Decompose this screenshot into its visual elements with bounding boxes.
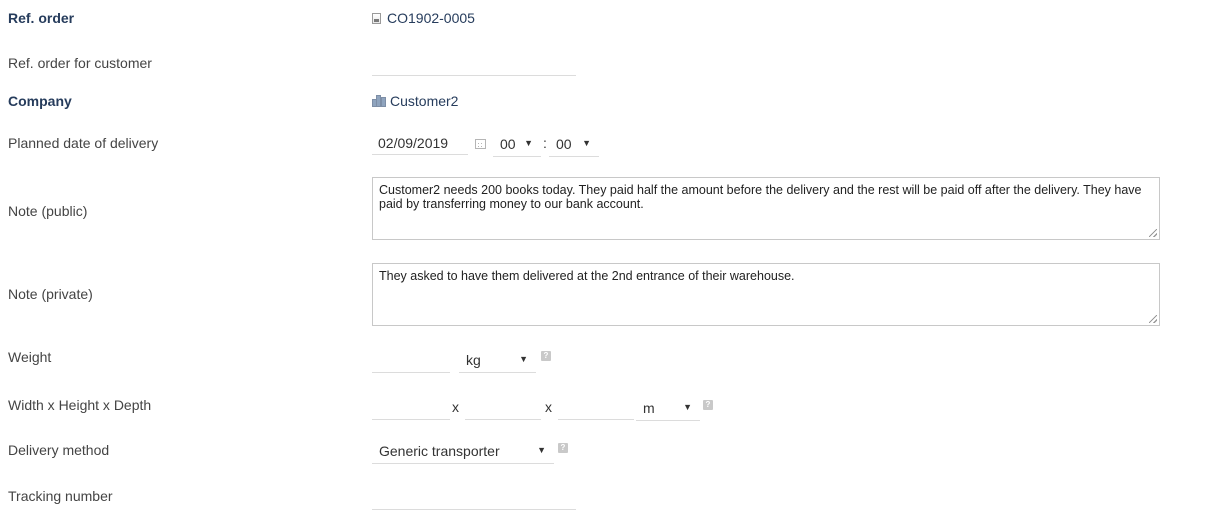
delivery-minute-value: 00 (556, 135, 572, 152)
depth-input[interactable] (558, 396, 634, 420)
width-input[interactable] (372, 396, 450, 420)
chevron-down-icon: ▼ (519, 354, 528, 364)
note-public-label: Note (public) (8, 203, 88, 219)
dimension-separator: x (545, 399, 552, 415)
tracking-number-input[interactable] (372, 486, 576, 510)
ref-order-customer-label: Ref. order for customer (8, 55, 152, 71)
delivery-hour-value: 00 (500, 135, 516, 152)
note-public-text: Customer2 needs 200 books today. They pa… (379, 183, 1142, 211)
calendar-icon[interactable] (475, 139, 486, 149)
delivery-method-select[interactable]: Generic transporter ▼ (372, 438, 554, 464)
delivery-hour-select[interactable]: 00 ▼ (493, 131, 541, 157)
ref-order-text: CO1902-0005 (387, 10, 475, 26)
chevron-down-icon: ▼ (582, 138, 591, 148)
help-icon[interactable]: ? (703, 400, 713, 410)
company-value[interactable]: Customer2 (372, 93, 458, 109)
time-separator: : (543, 135, 547, 151)
height-input[interactable] (465, 396, 541, 420)
ref-order-label: Ref. order (8, 10, 75, 26)
company-icon (372, 95, 386, 107)
note-private-row: Note (private) They asked to have them d… (0, 262, 1225, 326)
chevron-down-icon: ▼ (683, 402, 692, 412)
note-private-text: They asked to have them delivered at the… (379, 269, 795, 283)
weight-row: Weight kg ▼ ? (0, 343, 1225, 373)
dimensions-row: Width x Height x Depth x x m ▼ ? (0, 391, 1225, 421)
document-icon (372, 12, 381, 24)
resize-grip-icon[interactable] (1149, 315, 1157, 323)
help-icon[interactable]: ? (558, 443, 568, 453)
ref-order-value[interactable]: CO1902-0005 (372, 10, 475, 26)
company-row: Company Customer2 (0, 93, 1225, 113)
weight-unit-select[interactable]: kg ▼ (459, 347, 536, 373)
company-text: Customer2 (390, 93, 459, 109)
ref-order-customer-input[interactable] (372, 52, 576, 76)
dimension-unit-select[interactable]: m ▼ (636, 395, 700, 421)
note-private-label: Note (private) (8, 286, 93, 302)
planned-delivery-label: Planned date of delivery (8, 135, 159, 151)
dimensions-label: Width x Height x Depth (8, 397, 152, 413)
delivery-date-input[interactable] (372, 131, 468, 155)
resize-grip-icon[interactable] (1149, 229, 1157, 237)
help-icon[interactable]: ? (541, 351, 551, 361)
ref-order-row: Ref. order CO1902-0005 (0, 10, 1225, 30)
delivery-method-value: Generic transporter (379, 442, 500, 459)
note-public-row: Note (public) Customer2 needs 200 books … (0, 175, 1225, 241)
tracking-number-row: Tracking number (0, 482, 1225, 512)
delivery-method-label: Delivery method (8, 442, 110, 458)
planned-delivery-row: Planned date of delivery 00 ▼ : 00 ▼ (0, 130, 1225, 158)
dimension-separator: x (452, 399, 459, 415)
company-label: Company (8, 93, 72, 109)
weight-label: Weight (8, 349, 52, 365)
ref-order-customer-row: Ref. order for customer (0, 50, 1225, 78)
chevron-down-icon: ▼ (524, 138, 533, 148)
dimension-unit-value: m (643, 399, 655, 416)
chevron-down-icon: ▼ (537, 445, 546, 455)
weight-unit-value: kg (466, 351, 481, 368)
weight-input[interactable] (372, 349, 450, 373)
shipment-form: Ref. order CO1902-0005 Ref. order for cu… (0, 0, 1225, 523)
note-public-textarea[interactable]: Customer2 needs 200 books today. They pa… (372, 177, 1160, 240)
delivery-method-row: Delivery method Generic transporter ▼ ? (0, 436, 1225, 466)
delivery-minute-select[interactable]: 00 ▼ (549, 131, 599, 157)
note-private-textarea[interactable]: They asked to have them delivered at the… (372, 263, 1160, 326)
tracking-number-label: Tracking number (8, 488, 113, 504)
